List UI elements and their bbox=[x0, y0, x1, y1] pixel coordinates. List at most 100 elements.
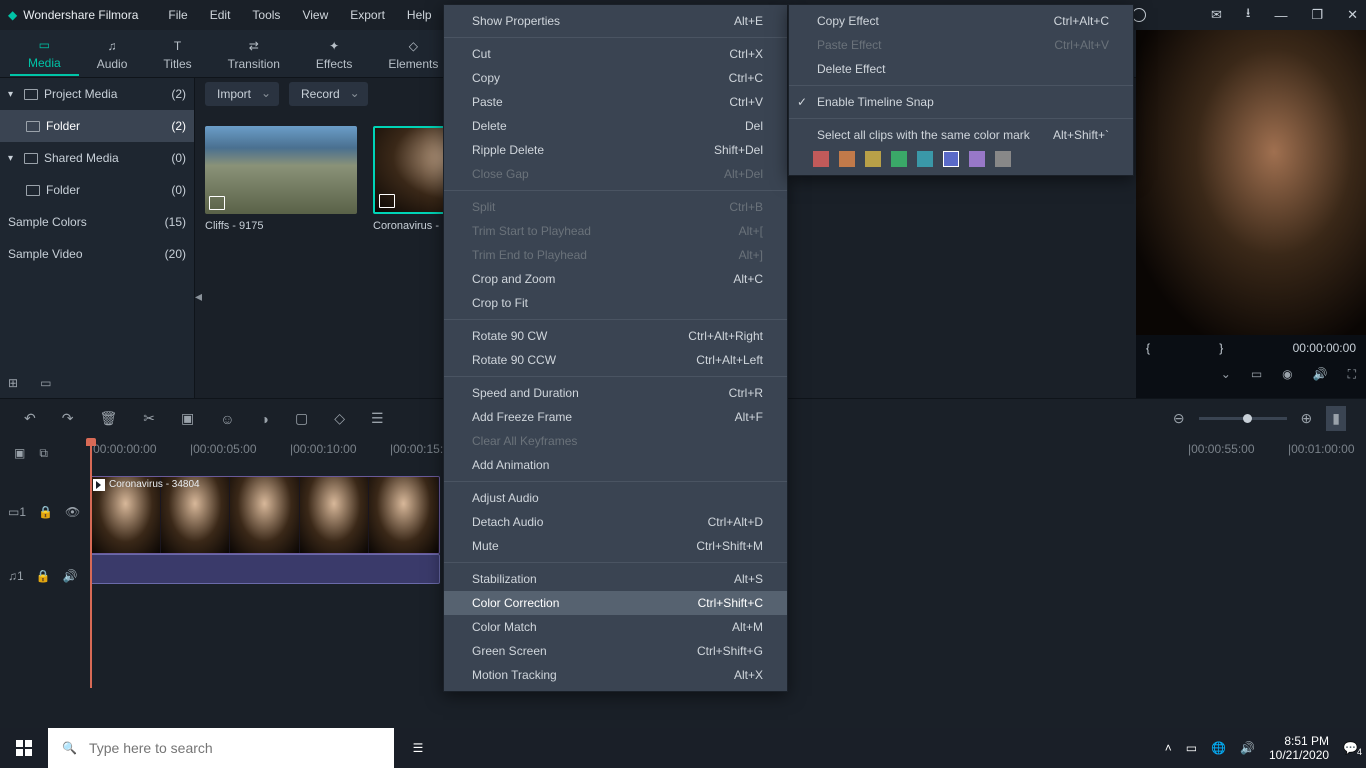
tree-folder[interactable]: Folder(2) bbox=[0, 110, 194, 142]
color-swatch[interactable] bbox=[839, 151, 855, 167]
tree-sample-colors[interactable]: Sample Colors(15) bbox=[0, 206, 194, 238]
timeline-clip[interactable]: Coronavirus - 34804 bbox=[90, 476, 440, 554]
crop-icon[interactable]: ▣ bbox=[181, 410, 194, 427]
menu-item-paste[interactable]: PasteCtrl+V bbox=[444, 90, 787, 114]
menu-item-ripple-delete[interactable]: Ripple DeleteShift+Del bbox=[444, 138, 787, 162]
volume-icon[interactable]: 🔊 bbox=[1313, 367, 1328, 382]
zoom-slider[interactable] bbox=[1199, 417, 1287, 420]
menu-item-color-correction[interactable]: Color CorrectionCtrl+Shift+C bbox=[444, 591, 787, 615]
split-icon[interactable]: ✂ bbox=[143, 410, 155, 427]
fullscreen-icon[interactable]: ⛶ bbox=[1348, 367, 1356, 382]
menu-item-mute[interactable]: MuteCtrl+Shift+M bbox=[444, 534, 787, 558]
menu-help[interactable]: Help bbox=[407, 8, 432, 22]
maximize-icon[interactable]: ❐ bbox=[1311, 7, 1323, 23]
menu-tools[interactable]: Tools bbox=[252, 8, 280, 22]
link-icon[interactable]: ⧉ bbox=[39, 446, 48, 461]
menu-item-copy-effect[interactable]: Copy EffectCtrl+Alt+C bbox=[789, 9, 1133, 33]
start-button[interactable] bbox=[0, 728, 48, 768]
battery-icon[interactable]: ▭ bbox=[1186, 741, 1197, 755]
menu-file[interactable]: File bbox=[168, 8, 187, 22]
menu-item-show-properties[interactable]: Show PropertiesAlt+E bbox=[444, 9, 787, 33]
taskbar-search[interactable]: 🔍 bbox=[48, 728, 394, 768]
mute-icon[interactable]: 🔊 bbox=[63, 569, 78, 583]
mail-icon[interactable]: ✉ bbox=[1211, 7, 1222, 23]
tree-project-media[interactable]: ▾Project Media(2) bbox=[0, 78, 194, 110]
menu-export[interactable]: Export bbox=[350, 8, 385, 22]
menu-item-stabilization[interactable]: StabilizationAlt+S bbox=[444, 567, 787, 591]
tray-chevron-icon[interactable]: ˄ bbox=[1165, 741, 1172, 755]
eye-icon[interactable]: 👁 bbox=[65, 505, 80, 519]
lock-icon[interactable]: 🔒 bbox=[36, 569, 51, 583]
menu-item-speed-and-duration[interactable]: Speed and DurationCtrl+R bbox=[444, 381, 787, 405]
media-thumb[interactable]: Cliffs - 9175 bbox=[205, 126, 357, 232]
menu-view[interactable]: View bbox=[302, 8, 328, 22]
menu-edit[interactable]: Edit bbox=[210, 8, 231, 22]
redo-icon[interactable]: ↷ bbox=[62, 410, 74, 427]
tab-transition[interactable]: ⇄Transition bbox=[210, 33, 298, 75]
tab-media[interactable]: ▭Media bbox=[10, 32, 79, 76]
menu-item-detach-audio[interactable]: Detach AudioCtrl+Alt+D bbox=[444, 510, 787, 534]
menu-item-delete-effect[interactable]: Delete Effect bbox=[789, 57, 1133, 81]
minimize-icon[interactable]: ― bbox=[1274, 8, 1287, 23]
timeline-clip-audio[interactable] bbox=[90, 554, 440, 584]
quality-dropdown-icon[interactable]: ⌄ bbox=[1221, 367, 1231, 382]
snapshot-icon[interactable]: ◉ bbox=[1282, 367, 1292, 382]
zoom-out-icon[interactable]: ⊖ bbox=[1173, 410, 1185, 427]
menu-item-crop-to-fit[interactable]: Crop to Fit bbox=[444, 291, 787, 315]
delete-icon[interactable]: 🗑 bbox=[99, 410, 117, 427]
settings-icon[interactable]: ☰ bbox=[371, 410, 384, 427]
menu-item-color-match[interactable]: Color MatchAlt+M bbox=[444, 615, 787, 639]
color-swatch[interactable] bbox=[813, 151, 829, 167]
range-out-icon[interactable]: } bbox=[1219, 341, 1223, 355]
undo-icon[interactable]: ↶ bbox=[24, 410, 36, 427]
volume-tray-icon[interactable]: 🔊 bbox=[1240, 741, 1255, 755]
menu-item-adjust-audio[interactable]: Adjust Audio bbox=[444, 486, 787, 510]
playhead[interactable] bbox=[90, 438, 92, 688]
menu-item-crop-and-zoom[interactable]: Crop and ZoomAlt+C bbox=[444, 267, 787, 291]
lock-icon[interactable]: 🔒 bbox=[38, 505, 53, 519]
record-dropdown[interactable]: Record bbox=[289, 82, 368, 106]
tab-audio[interactable]: ♫Audio bbox=[79, 33, 146, 75]
tab-titles[interactable]: TTitles bbox=[145, 33, 209, 75]
menu-item-copy[interactable]: CopyCtrl+C bbox=[444, 66, 787, 90]
close-icon[interactable]: ✕ bbox=[1347, 7, 1358, 23]
menu-item-rotate-90-ccw[interactable]: Rotate 90 CCWCtrl+Alt+Left bbox=[444, 348, 787, 372]
color-swatch[interactable] bbox=[865, 151, 881, 167]
keyframe-icon[interactable]: ◇ bbox=[334, 410, 345, 427]
menu-item-rotate-90-cw[interactable]: Rotate 90 CWCtrl+Alt+Right bbox=[444, 324, 787, 348]
taskbar-clock[interactable]: 8:51 PM 10/21/2020 bbox=[1269, 734, 1329, 762]
network-icon[interactable]: 🌐 bbox=[1211, 741, 1226, 755]
menu-item-add-animation[interactable]: Add Animation bbox=[444, 453, 787, 477]
menu-item-delete[interactable]: DeleteDel bbox=[444, 114, 787, 138]
import-dropdown[interactable]: Import bbox=[205, 82, 279, 106]
color-swatch[interactable] bbox=[995, 151, 1011, 167]
menu-item-motion-tracking[interactable]: Motion TrackingAlt+X bbox=[444, 663, 787, 687]
folder-icon[interactable]: ▭ bbox=[40, 376, 51, 390]
taskbar-search-input[interactable] bbox=[89, 740, 380, 756]
tree-sample-video[interactable]: Sample Video(20) bbox=[0, 238, 194, 270]
speed-icon[interactable]: ☺ bbox=[220, 411, 234, 427]
zoom-fit-icon[interactable]: ▮ bbox=[1326, 406, 1346, 431]
menu-item-cut[interactable]: CutCtrl+X bbox=[444, 42, 787, 66]
notification-icon[interactable]: 💬4 bbox=[1343, 741, 1358, 755]
range-in-icon[interactable]: { bbox=[1146, 341, 1150, 355]
color-swatch[interactable] bbox=[969, 151, 985, 167]
account-icon[interactable] bbox=[1132, 8, 1146, 22]
sidebar-collapse-icon[interactable]: ◂ bbox=[195, 288, 202, 305]
color-swatch[interactable] bbox=[943, 151, 959, 167]
add-folder-icon[interactable]: ⊞ bbox=[8, 376, 18, 390]
track-manager-icon[interactable]: ▣ bbox=[14, 446, 25, 460]
tree-folder[interactable]: Folder(0) bbox=[0, 174, 194, 206]
menu-item-add-freeze-frame[interactable]: Add Freeze FrameAlt+F bbox=[444, 405, 787, 429]
monitor-icon[interactable]: ▭ bbox=[1251, 367, 1262, 382]
color-swatch[interactable] bbox=[917, 151, 933, 167]
tree-shared-media[interactable]: ▾Shared Media(0) bbox=[0, 142, 194, 174]
color-icon[interactable]: ◑ bbox=[261, 411, 269, 427]
zoom-in-icon[interactable]: ⊕ bbox=[1301, 410, 1313, 427]
color-swatch[interactable] bbox=[891, 151, 907, 167]
tab-effects[interactable]: ✦Effects bbox=[298, 33, 370, 75]
menu-item-green-screen[interactable]: Green ScreenCtrl+Shift+G bbox=[444, 639, 787, 663]
menu-item-enable-timeline-snap[interactable]: ✓Enable Timeline Snap bbox=[789, 90, 1133, 114]
greenscreen-icon[interactable]: ▢ bbox=[295, 410, 308, 427]
download-icon[interactable]: ⭳ bbox=[1246, 4, 1251, 26]
